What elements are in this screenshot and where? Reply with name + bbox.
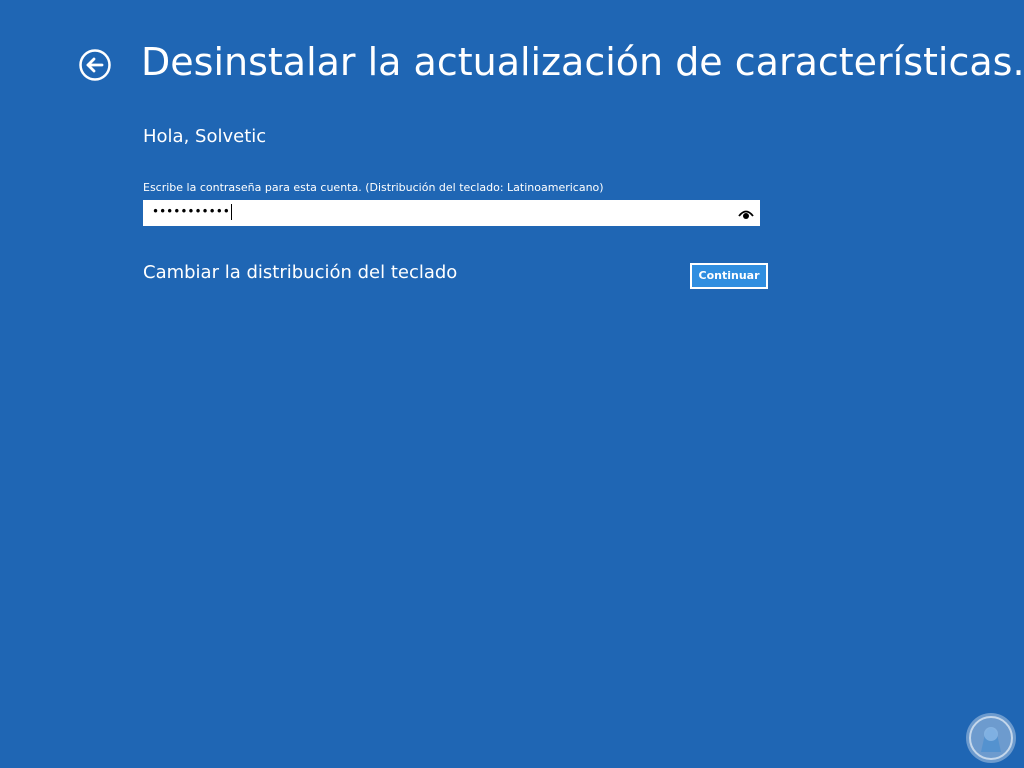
continue-button[interactable]: Continuar xyxy=(690,263,768,289)
back-arrow-icon[interactable] xyxy=(78,48,112,82)
text-caret xyxy=(230,204,232,220)
page-title: Desinstalar la actualización de caracter… xyxy=(141,40,1021,84)
eye-icon[interactable] xyxy=(738,206,754,220)
solvetic-logo-icon xyxy=(965,712,1017,764)
password-prompt-label: Escribe la contraseña para esta cuenta. … xyxy=(143,181,604,194)
password-field[interactable]: ••••••••••• xyxy=(143,200,760,226)
recovery-screen: Desinstalar la actualización de caracter… xyxy=(0,0,1024,768)
greeting-text: Hola, Solvetic xyxy=(143,126,267,147)
change-keyboard-layout-link[interactable]: Cambiar la distribución del teclado xyxy=(143,262,457,283)
password-value: ••••••••••• xyxy=(152,204,232,220)
